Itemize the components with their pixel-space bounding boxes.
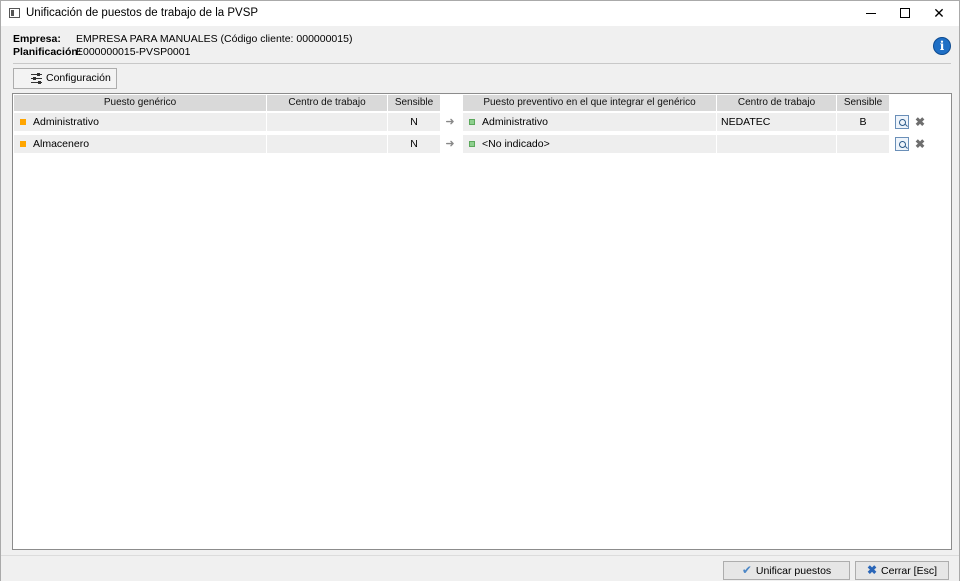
check-icon: ✔ (741, 563, 752, 577)
unify-label: Unificar puestos (755, 565, 832, 577)
row-2-puesto-text: Almacenero (33, 138, 90, 150)
maximize-icon (900, 8, 910, 19)
planificacion-label: Planificación: (13, 46, 82, 58)
arrow-right-icon: ➜ (445, 138, 455, 150)
row-1-sensible-preventivo[interactable]: B (837, 113, 890, 131)
row-2-centro[interactable] (267, 135, 388, 153)
close-window-button[interactable]: ✕ (922, 1, 956, 26)
configuration-button[interactable]: Configuración (13, 68, 117, 89)
row-1-centro[interactable] (267, 113, 388, 131)
col-puesto-generico[interactable]: Puesto genérico (14, 95, 267, 111)
app-icon (9, 8, 20, 18)
sliders-icon (31, 73, 42, 84)
search-zoom-icon[interactable] (895, 115, 909, 129)
close-label: Cerrar [Esc] (881, 565, 938, 577)
header-info: Empresa: EMPRESA PARA MANUALES (Código cl… (13, 33, 352, 59)
positions-grid: Puesto genérico Centro de trabajo Sensib… (12, 93, 952, 550)
row-1-sensible[interactable]: N (388, 113, 441, 131)
arrow-right-icon: ➜ (445, 116, 455, 128)
row-1-puesto-preventivo-text: Administrativo (482, 116, 548, 128)
preventive-marker-icon (469, 119, 475, 125)
empresa-value: EMPRESA PARA MANUALES (Código cliente: 0… (76, 33, 353, 45)
row-1-puesto[interactable]: Administrativo (14, 113, 267, 131)
empresa-row: Empresa: EMPRESA PARA MANUALES (Código cl… (13, 33, 352, 46)
close-button[interactable]: ✖ Cerrar [Esc] (855, 561, 949, 580)
window-title: Unificación de puestos de trabajo de la … (26, 7, 259, 19)
preventive-marker-icon (469, 141, 475, 147)
minimize-button[interactable] (854, 1, 888, 26)
configuration-label: Configuración (46, 72, 111, 84)
minimize-icon (866, 12, 876, 14)
maximize-button[interactable] (888, 1, 922, 26)
col-centro-trabajo-preventivo[interactable]: Centro de trabajo (717, 95, 837, 111)
row-2-centro-preventivo[interactable] (717, 135, 837, 153)
row-1-centro-preventivo[interactable]: NEDATEC (717, 113, 837, 131)
info-icon[interactable]: i (933, 37, 951, 55)
empresa-label: Empresa: (13, 33, 61, 45)
row-1-puesto-text: Administrativo (33, 116, 99, 128)
row-2-sensible[interactable]: N (388, 135, 441, 153)
delete-icon[interactable]: ✖ (913, 115, 927, 129)
title-bar: Unificación de puestos de trabajo de la … (1, 1, 959, 26)
col-centro-trabajo[interactable]: Centro de trabajo (267, 95, 388, 111)
row-2-sensible-preventivo[interactable] (837, 135, 890, 153)
planificacion-row: Planificación:E000000015-PVSP0001 (13, 46, 352, 59)
generic-marker-icon (20, 141, 26, 147)
main-window: Unificación de puestos de trabajo de la … (0, 0, 960, 581)
delete-icon[interactable]: ✖ (913, 137, 927, 151)
unify-positions-button[interactable]: ✔ Unificar puestos (723, 561, 850, 580)
row-2-puesto-preventivo[interactable]: <No indicado> (463, 135, 717, 153)
close-icon: ✕ (933, 5, 945, 21)
row-2-puesto-preventivo-text: <No indicado> (482, 138, 550, 150)
col-sensible[interactable]: Sensible (388, 95, 441, 111)
planificacion-value: E000000015-PVSP0001 (76, 46, 191, 58)
col-puesto-preventivo[interactable]: Puesto preventivo en el que integrar el … (463, 95, 717, 111)
row-1-puesto-preventivo[interactable]: Administrativo (463, 113, 717, 131)
search-zoom-icon[interactable] (895, 137, 909, 151)
row-2-puesto[interactable]: Almacenero (14, 135, 267, 153)
close-x-icon: ✖ (866, 563, 878, 577)
header-divider (13, 63, 951, 64)
generic-marker-icon (20, 119, 26, 125)
col-sensible-preventivo[interactable]: Sensible (837, 95, 890, 111)
